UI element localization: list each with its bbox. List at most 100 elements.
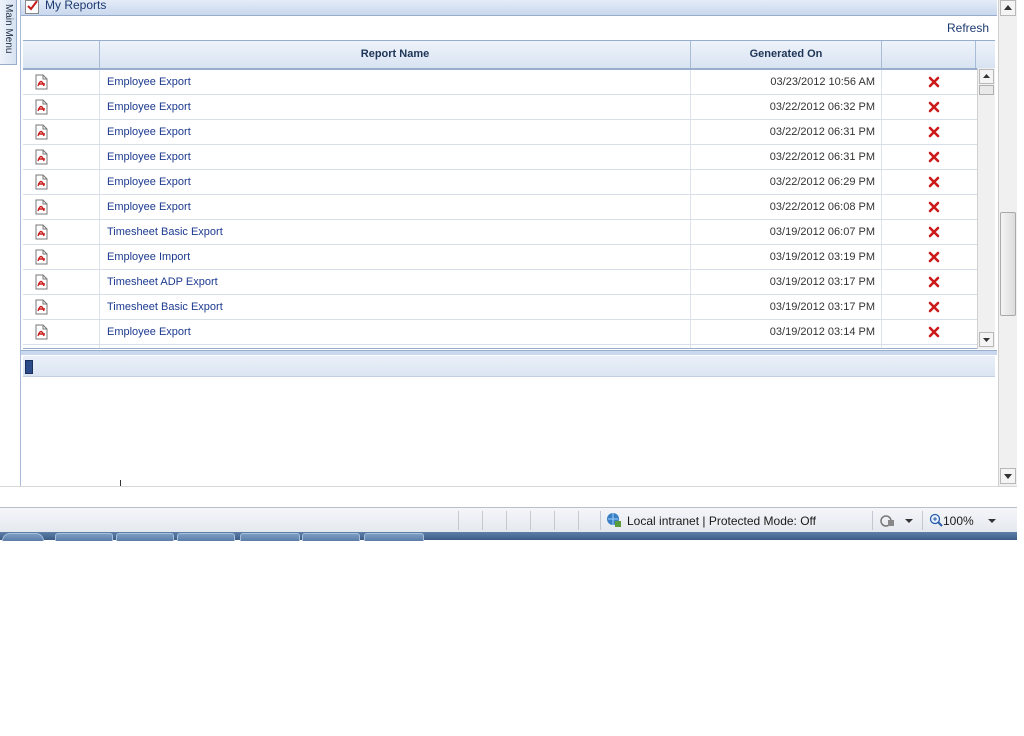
delete-icon[interactable] [928,326,940,338]
scroll-down-button[interactable] [979,332,994,347]
table-row[interactable]: Employee Export 03/22/2012 06:29 PM [23,170,977,195]
pdf-cell[interactable] [23,170,100,194]
pdf-icon[interactable] [33,249,49,265]
pdf-icon[interactable] [33,174,49,190]
delete-icon[interactable] [928,151,940,163]
pdf-cell[interactable] [23,95,100,119]
delete-icon[interactable] [928,76,940,88]
pdf-icon[interactable] [33,224,49,240]
pdf-icon[interactable] [33,324,49,340]
pdf-cell[interactable] [23,270,100,294]
pdf-icon[interactable] [33,124,49,140]
column-header-report-name[interactable]: Report Name [100,41,691,68]
table-row[interactable]: Timesheet Basic Export 03/19/2012 03:17 P… [23,295,977,320]
pdf-cell[interactable] [23,345,100,348]
delete-icon[interactable] [928,201,940,213]
taskbar-button[interactable] [177,533,235,541]
report-name-cell: Employee Export [100,195,691,219]
table-row[interactable]: Employee Export 03/23/2012 10:56 AM [23,70,977,95]
action-cell [882,170,976,194]
delete-icon[interactable] [928,226,940,238]
taskbar-button[interactable] [364,533,424,541]
pdf-cell[interactable] [23,70,100,94]
table-row[interactable]: Employee Export 03/22/2012 06:32 PM [23,95,977,120]
page-scrollbar[interactable] [998,0,1017,486]
report-name-link[interactable]: Timesheet Basic Export [107,301,223,313]
pdf-icon[interactable] [33,99,49,115]
report-name-link[interactable]: Employee Export [107,76,191,88]
generated-on-value: 03/22/2012 06:31 PM [769,151,875,163]
grid-scrollbar[interactable] [977,68,995,349]
taskbar-button[interactable] [55,533,113,541]
column-header-generated-on[interactable]: Generated On [691,41,882,68]
report-name-link[interactable]: Employee Export [107,326,191,338]
report-name-link[interactable]: Timesheet ADP Export [107,276,218,288]
pdf-icon[interactable] [33,199,49,215]
taskbar-button[interactable] [240,533,300,541]
table-row[interactable]: Employee Import 03/19/2012 03:19 PM [23,245,977,270]
table-row[interactable]: Employee Export 03/22/2012 06:08 PM [23,195,977,220]
pdf-cell[interactable] [23,220,100,244]
report-name-link[interactable]: Employee Export [107,101,191,113]
scroll-up-button[interactable] [979,69,994,84]
pdf-cell[interactable] [23,120,100,144]
scroll-thumb[interactable] [979,85,994,95]
panel-title: My Reports [45,0,107,12]
pdf-icon[interactable] [33,274,49,290]
delete-icon[interactable] [928,251,940,263]
page-scroll-up-button[interactable] [1000,0,1016,16]
security-zone-text[interactable]: Local intranet | Protected Mode: Off [627,514,816,528]
generated-on-value: 03/19/2012 03:17 PM [769,301,875,313]
generated-on-cell: 03/19/2012 03:14 PM [691,320,882,344]
report-name-link[interactable]: Timesheet Basic Export [107,226,223,238]
table-row[interactable] [23,345,977,348]
generated-on-cell: 03/19/2012 03:19 PM [691,245,882,269]
delete-icon[interactable] [928,301,940,313]
pdf-cell[interactable] [23,320,100,344]
pdf-cell[interactable] [23,145,100,169]
table-row[interactable]: Employee Export 03/22/2012 06:31 PM [23,145,977,170]
report-name-link[interactable]: Employee Import [107,251,190,263]
report-name-link[interactable]: Employee Export [107,151,191,163]
delete-icon[interactable] [928,101,940,113]
page-scroll-down-button[interactable] [1000,468,1016,484]
table-row[interactable]: Timesheet ADP Export 03/19/2012 03:17 PM [23,270,977,295]
pdf-cell[interactable] [23,245,100,269]
delete-icon[interactable] [928,176,940,188]
zoom-icon[interactable] [929,513,943,527]
pdf-cell[interactable] [23,295,100,319]
delete-icon[interactable] [928,126,940,138]
report-name-link[interactable]: Employee Export [107,126,191,138]
report-name-cell: Employee Export [100,320,691,344]
splitter[interactable] [21,350,997,355]
protected-mode-icon[interactable] [880,513,896,529]
generated-on-value: 03/23/2012 10:56 AM [770,76,875,88]
start-button[interactable] [2,533,44,541]
report-name-link[interactable]: Employee Export [107,176,191,188]
delete-icon[interactable] [928,276,940,288]
pdf-cell[interactable] [23,195,100,219]
report-name-cell: Employee Export [100,120,691,144]
table-row[interactable]: Employee Export 03/19/2012 03:14 PM [23,320,977,345]
pdf-icon[interactable] [33,299,49,315]
table-row[interactable]: Timesheet Basic Export 03/19/2012 06:07 P… [23,220,977,245]
zoom-level[interactable]: 100% [943,514,974,528]
action-cell [882,95,976,119]
taskbar-button[interactable] [116,533,174,541]
taskbar-button[interactable] [302,533,360,541]
pane-icon [25,360,33,374]
page-scroll-thumb[interactable] [1000,212,1016,316]
pdf-icon[interactable] [33,74,49,90]
main-menu-tab[interactable]: Main Menu [0,0,17,65]
action-cell [882,270,976,294]
security-dropdown-icon[interactable] [905,519,913,523]
generated-on-value: 03/22/2012 06:31 PM [769,126,875,138]
report-name-cell: Employee Export [100,145,691,169]
arrow-down-icon [1004,474,1012,479]
refresh-link[interactable]: Refresh [947,21,989,35]
arrow-down-icon [983,338,990,342]
zoom-dropdown-icon[interactable] [988,519,996,523]
pdf-icon[interactable] [33,149,49,165]
report-name-link[interactable]: Employee Export [107,201,191,213]
table-row[interactable]: Employee Export 03/22/2012 06:31 PM [23,120,977,145]
